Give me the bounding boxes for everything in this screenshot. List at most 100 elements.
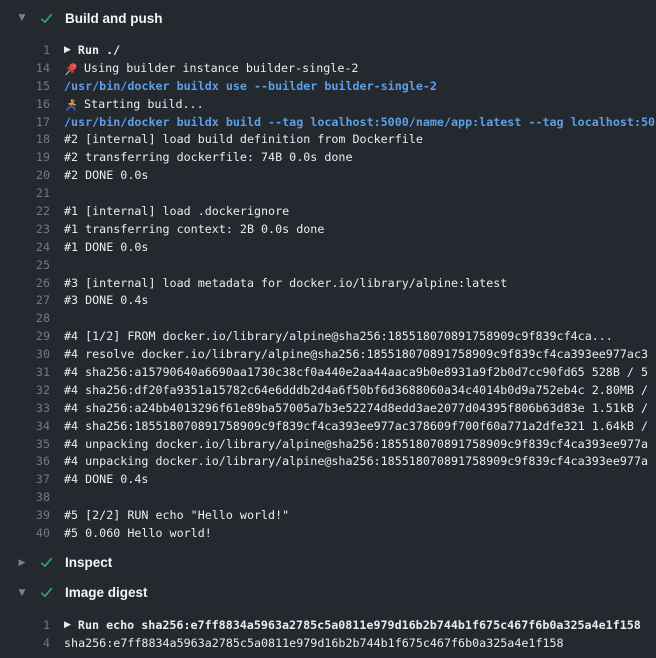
line-number-link[interactable]: 30 — [0, 346, 50, 364]
line-number-link[interactable]: 19 — [0, 149, 50, 167]
section-header-inspect[interactable]: ▶ Inspect — [0, 548, 656, 578]
play-icon: ▶ — [64, 617, 71, 635]
line-number-link[interactable]: 33 — [0, 400, 50, 418]
log-line-content: #4 unpacking docker.io/library/alpine@sh… — [64, 453, 648, 471]
log-line-content: sha256:e7ff8834a5963a2785c5a0811e979d16b… — [64, 635, 564, 653]
log-line: 30 #4 resolve docker.io/library/alpine@sh… — [0, 346, 656, 364]
log-line: 20 #2 DONE 0.0s — [0, 167, 656, 185]
line-number-link[interactable]: 38 — [0, 489, 50, 507]
log-line: 19 #2 transferring dockerfile: 74B 0.0s d… — [0, 149, 656, 167]
log-text: Run echo sha256:e7ff8834a5963a2785c5a081… — [78, 617, 641, 635]
log-line: 34 #4 sha256:185518070891758909c9f839cf4c… — [0, 418, 656, 436]
log-line-content: Using builder instance builder-single-2 — [64, 60, 358, 78]
line-number-link[interactable]: 25 — [0, 257, 50, 275]
log-line-content: #2 DONE 0.0s — [64, 167, 148, 185]
line-number-link[interactable]: 4 — [0, 635, 50, 653]
log-line: 17/usr/bin/docker buildx build --tag loc… — [0, 114, 656, 132]
log-text: #4 sha256:a24bb4013296f61e89ba57005a7b3e… — [64, 400, 648, 418]
line-number-link[interactable]: 21 — [0, 185, 50, 203]
log-line-content: #1 transferring context: 2B 0.0s done — [64, 221, 324, 239]
log-line-content: #4 resolve docker.io/library/alpine@sha2… — [64, 346, 648, 364]
log-text: #4 sha256:185518070891758909c9f839cf4ca3… — [64, 418, 648, 436]
line-number-link[interactable]: 16 — [0, 96, 50, 114]
log-text: #1 transferring context: 2B 0.0s done — [64, 221, 324, 239]
log-line-content: #1 [internal] load .dockerignore — [64, 203, 289, 221]
log-line: 18 #2 [internal] load build definition fr… — [0, 131, 656, 149]
log-line: 23 #1 transferring context: 2B 0.0s done — [0, 221, 656, 239]
line-number-link[interactable]: 24 — [0, 239, 50, 257]
line-number-link[interactable]: 15 — [0, 78, 50, 96]
check-icon — [39, 11, 54, 26]
log-line-content: #4 sha256:a24bb4013296f61e89ba57005a7b3e… — [64, 400, 648, 418]
log-line: 15/usr/bin/docker buildx use --builder b… — [0, 78, 656, 96]
log-line: 31 #4 sha256:a15790640a6690aa1730c38cf0a4… — [0, 364, 656, 382]
section-header-image-digest[interactable]: ▼ Image digest — [0, 578, 656, 608]
line-number-link[interactable]: 34 — [0, 418, 50, 436]
pushpin-icon — [64, 62, 78, 76]
log-text: Using builder instance builder-single-2 — [84, 60, 358, 78]
log-line: 25 — [0, 257, 656, 275]
line-number-link[interactable]: 28 — [0, 310, 50, 328]
log-line: 39 #5 [2/2] RUN echo "Hello world!" — [0, 507, 656, 525]
line-number-link[interactable]: 1 — [0, 42, 50, 60]
log-text: #4 DONE 0.4s — [64, 471, 148, 489]
log-line: 16 Starting build... — [0, 96, 656, 114]
line-number-link[interactable]: 1 — [0, 617, 50, 635]
log-line-content: #4 sha256:df20fa9351a15782c64e6dddb2d4a6… — [64, 382, 648, 400]
log-line: 14 Using builder instance builder-single-… — [0, 60, 656, 78]
runner-icon — [64, 98, 78, 112]
log-text: #3 [internal] load metadata for docker.i… — [64, 275, 507, 293]
line-number-link[interactable]: 39 — [0, 507, 50, 525]
line-number-link[interactable]: 17 — [0, 114, 50, 132]
line-number-link[interactable]: 27 — [0, 292, 50, 310]
line-number-link[interactable]: 31 — [0, 364, 50, 382]
log-text: #5 [2/2] RUN echo "Hello world!" — [64, 507, 289, 525]
log-lines-build-and-push: 1 ▶Run ./ 14 Using builder instance builder… — [0, 42, 656, 543]
line-number-link[interactable]: 26 — [0, 275, 50, 293]
log-text: #3 DONE 0.4s — [64, 292, 148, 310]
log-line-content: ▶Run ./ — [64, 42, 120, 60]
log-lines-image-digest: 1 ▶ Run echo sha256:e7ff8834a5963a2785c5a0… — [0, 617, 656, 653]
log-line-content: ▶ Run echo sha256:e7ff8834a5963a2785c5a08… — [64, 617, 641, 635]
log-text: #4 unpacking docker.io/library/alpine@sh… — [64, 453, 648, 471]
log-text: #4 sha256:df20fa9351a15782c64e6dddb2d4a6… — [64, 382, 648, 400]
line-number-link[interactable]: 29 — [0, 328, 50, 346]
log-text: /usr/bin/docker buildx use --builder bui… — [64, 78, 437, 96]
line-number-link[interactable]: 40 — [0, 525, 50, 543]
line-number-link[interactable]: 22 — [0, 203, 50, 221]
log-line: 36 #4 unpacking docker.io/library/alpine@… — [0, 453, 656, 471]
section-header-build-and-push[interactable]: ▼ Build and push — [0, 3, 656, 33]
chevron-down-icon[interactable]: ▼ — [17, 13, 27, 23]
log-line: 1 ▶Run ./ — [0, 42, 656, 60]
line-number-link[interactable]: 35 — [0, 436, 50, 454]
actions-log-viewer: ▼ Build and push 1▶Run ./14Using builder… — [0, 0, 656, 658]
line-number-link[interactable]: 36 — [0, 453, 50, 471]
log-text: #2 [internal] load build definition from… — [64, 131, 423, 149]
log-line-content: #2 transferring dockerfile: 74B 0.0s don… — [64, 149, 353, 167]
log-line: 26 #3 [internal] load metadata for docker… — [0, 275, 656, 293]
section-title: Build and push — [65, 11, 163, 26]
check-icon — [39, 585, 54, 600]
log-text: #4 sha256:a15790640a6690aa1730c38cf0a440… — [64, 364, 648, 382]
log-line: 38 — [0, 489, 656, 507]
line-number-link[interactable]: 37 — [0, 471, 50, 489]
chevron-right-icon[interactable]: ▶ — [17, 558, 27, 568]
log-line: 1 ▶ Run echo sha256:e7ff8834a5963a2785c5a0… — [0, 617, 656, 635]
log-line-content: #3 DONE 0.4s — [64, 292, 148, 310]
line-number-link[interactable]: 32 — [0, 382, 50, 400]
line-number-link[interactable]: 20 — [0, 167, 50, 185]
line-number-link[interactable]: 18 — [0, 131, 50, 149]
log-line-content: #5 0.060 Hello world! — [64, 525, 212, 543]
log-line-content: #4 sha256:a15790640a6690aa1730c38cf0a440… — [64, 364, 648, 382]
log-line-content: Starting build... — [64, 96, 204, 114]
log-line: 40 #5 0.060 Hello world! — [0, 525, 656, 543]
log-line: 37 #4 DONE 0.4s — [0, 471, 656, 489]
chevron-down-icon[interactable]: ▼ — [17, 588, 27, 598]
line-number-link[interactable]: 14 — [0, 60, 50, 78]
check-icon — [39, 555, 54, 570]
log-text: /usr/bin/docker buildx build --tag local… — [64, 114, 655, 132]
log-line-content: #4 unpacking docker.io/library/alpine@sh… — [64, 436, 648, 454]
log-line-content: /usr/bin/docker buildx use --builder bui… — [64, 78, 437, 96]
line-number-link[interactable]: 23 — [0, 221, 50, 239]
log-text: #2 transferring dockerfile: 74B 0.0s don… — [64, 149, 353, 167]
